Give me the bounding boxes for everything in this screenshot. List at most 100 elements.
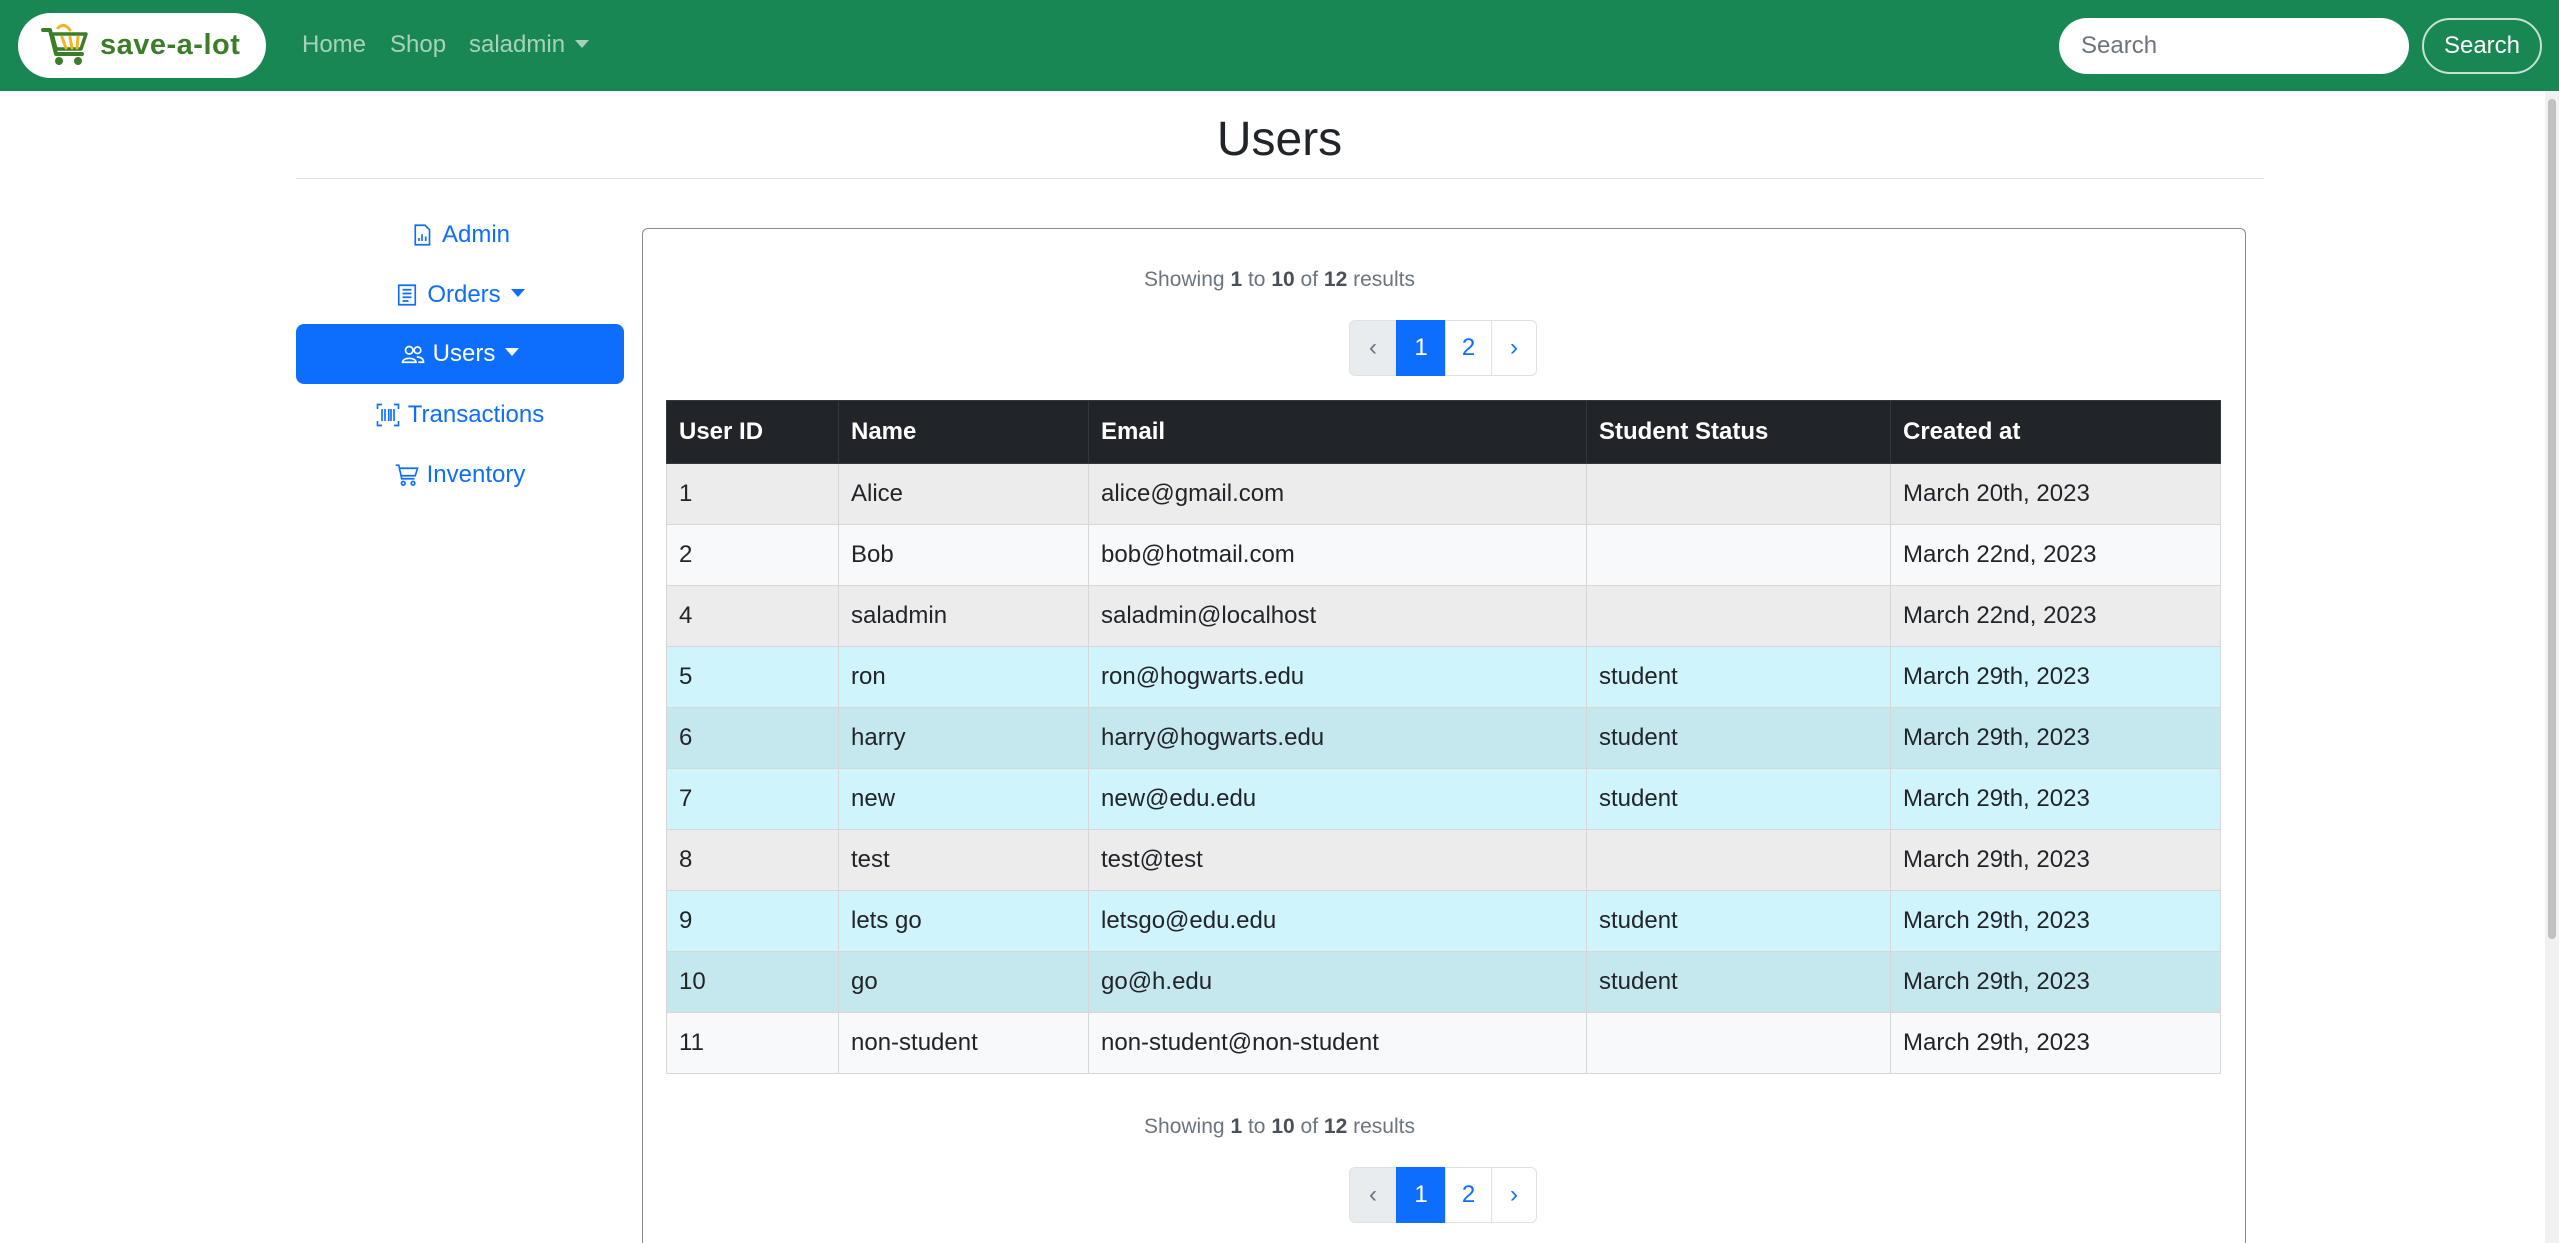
cell-email: harry@hogwarts.edu: [1088, 707, 1587, 769]
column-header-user-id[interactable]: User ID: [666, 400, 839, 464]
table-header-row: User ID Name Email Student Status Create…: [666, 400, 2221, 464]
column-header-name[interactable]: Name: [838, 400, 1089, 464]
sidebar-item-users[interactable]: Users: [296, 324, 624, 384]
cell-email: test@test: [1088, 829, 1587, 891]
cell-email: letsgo@edu.edu: [1088, 890, 1587, 952]
cell-student-status: [1586, 585, 1891, 647]
cell-student-status: [1586, 524, 1891, 586]
cell-created-at: March 29th, 2023: [1890, 829, 2221, 891]
results-from: 1: [1230, 268, 1243, 291]
results-word: results: [1353, 268, 1415, 291]
cell-created-at: March 29th, 2023: [1890, 707, 2221, 769]
column-header-created-at[interactable]: Created at: [1890, 400, 2221, 464]
nav-shop-link[interactable]: Shop: [390, 29, 446, 61]
pagination-page-1[interactable]: 1: [1396, 320, 1446, 376]
column-header-email[interactable]: Email: [1088, 400, 1587, 464]
barcode-icon: [376, 403, 400, 427]
pagination-prev-button[interactable]: ‹: [1349, 1167, 1397, 1223]
page-title: Users: [1216, 113, 1343, 166]
title-divider: [296, 178, 2264, 179]
cell-name: saladmin: [838, 585, 1089, 647]
cell-email: alice@gmail.com: [1088, 463, 1587, 525]
nav-home-link[interactable]: Home: [302, 29, 366, 61]
cell-student-status: student: [1586, 768, 1891, 830]
results-prefix: Showing: [1144, 268, 1225, 291]
cell-user-id: 10: [666, 951, 839, 1013]
cell-student-status: [1586, 829, 1891, 891]
cell-email: saladmin@localhost: [1088, 585, 1587, 647]
table-row[interactable]: 1 Alice alice@gmail.com March 20th, 2023: [666, 463, 2221, 525]
table-row[interactable]: 7 new new@edu.edu student March 29th, 20…: [666, 768, 2221, 830]
pagination-next-button[interactable]: ›: [1491, 1167, 1537, 1223]
top-navbar: save-a-lot Home Shop saladmin Search: [0, 0, 2559, 91]
brand-name: save-a-lot: [100, 29, 241, 61]
cell-created-at: March 29th, 2023: [1890, 951, 2221, 1013]
sidebar-item-transactions[interactable]: Transactions: [296, 385, 624, 445]
cell-student-status: student: [1586, 646, 1891, 708]
pagination-prev-button[interactable]: ‹: [1349, 320, 1397, 376]
nav-user-dropdown[interactable]: saladmin: [469, 29, 590, 61]
brand-logo[interactable]: save-a-lot: [18, 13, 266, 78]
pagination-page-1[interactable]: 1: [1396, 1167, 1446, 1223]
sidebar-item-admin[interactable]: Admin: [296, 205, 624, 265]
cell-created-at: March 29th, 2023: [1890, 768, 2221, 830]
results-to-word: to: [1247, 268, 1266, 291]
sidebar-item-label: Users: [432, 340, 496, 367]
results-word: results: [1353, 1115, 1415, 1138]
cell-created-at: March 22nd, 2023: [1890, 524, 2221, 586]
results-to: 10: [1271, 1115, 1295, 1138]
cell-name: ron: [838, 646, 1089, 708]
cell-email: non-student@non-student: [1088, 1012, 1587, 1074]
cell-email: new@edu.edu: [1088, 768, 1587, 830]
cell-user-id: 7: [666, 768, 839, 830]
pagination-next-button[interactable]: ›: [1491, 320, 1537, 376]
pagination-page-2[interactable]: 2: [1445, 1167, 1492, 1223]
table-row[interactable]: 4 saladmin saladmin@localhost March 22nd…: [666, 585, 2221, 647]
users-table: User ID Name Email Student Status Create…: [666, 400, 2221, 1074]
cell-student-status: [1586, 463, 1891, 525]
cell-created-at: March 29th, 2023: [1890, 646, 2221, 708]
results-to-word: to: [1247, 1115, 1266, 1138]
sidebar-item-label: Transactions: [407, 401, 545, 428]
table-row[interactable]: 10 go go@h.edu student March 29th, 2023: [666, 951, 2221, 1013]
pagination-bottom: ‹ 1 2 ›: [1349, 1167, 1538, 1223]
cell-name: harry: [838, 707, 1089, 769]
shopping-cart-logo-icon: [41, 23, 88, 65]
cell-user-id: 2: [666, 524, 839, 586]
table-row[interactable]: 8 test test@test March 29th, 2023: [666, 829, 2221, 891]
pagination-page-2[interactable]: 2: [1445, 320, 1492, 376]
nav-user-label: saladmin: [469, 31, 566, 58]
cell-name: go: [838, 951, 1089, 1013]
results-prefix: Showing: [1144, 1115, 1225, 1138]
cell-name: new: [838, 768, 1089, 830]
table-row[interactable]: 11 non-student non-student@non-student M…: [666, 1012, 2221, 1074]
table-row[interactable]: 5 ron ron@hogwarts.edu student March 29t…: [666, 646, 2221, 708]
scrollbar-thumb[interactable]: [2548, 99, 2556, 939]
search-input[interactable]: [2059, 18, 2409, 74]
sidebar-item-inventory[interactable]: Inventory: [296, 445, 624, 505]
cell-student-status: [1586, 1012, 1891, 1074]
cell-name: Bob: [838, 524, 1089, 586]
results-of-word: of: [1300, 268, 1319, 291]
cell-name: non-student: [838, 1012, 1089, 1074]
cell-name: Alice: [838, 463, 1089, 525]
cell-email: bob@hotmail.com: [1088, 524, 1587, 586]
cell-created-at: March 20th, 2023: [1890, 463, 2221, 525]
table-row[interactable]: 9 lets go letsgo@edu.edu student March 2…: [666, 890, 2221, 952]
cell-name: test: [838, 829, 1089, 891]
table-row[interactable]: 2 Bob bob@hotmail.com March 22nd, 2023: [666, 524, 2221, 586]
cell-user-id: 8: [666, 829, 839, 891]
search-button[interactable]: Search: [2422, 18, 2542, 74]
cell-student-status: student: [1586, 951, 1891, 1013]
page-scrollbar[interactable]: [2545, 91, 2559, 1243]
cell-user-id: 11: [666, 1012, 839, 1074]
caret-down-icon: [575, 39, 590, 48]
cell-user-id: 9: [666, 890, 839, 952]
table-row[interactable]: 6 harry harry@hogwarts.edu student March…: [666, 707, 2221, 769]
results-of-word: of: [1300, 1115, 1319, 1138]
people-icon: [401, 345, 424, 364]
cell-email: ron@hogwarts.edu: [1088, 646, 1587, 708]
sidebar-item-label: Inventory: [426, 461, 526, 488]
column-header-student-status[interactable]: Student Status: [1586, 400, 1891, 464]
caret-down-icon: [505, 348, 520, 356]
